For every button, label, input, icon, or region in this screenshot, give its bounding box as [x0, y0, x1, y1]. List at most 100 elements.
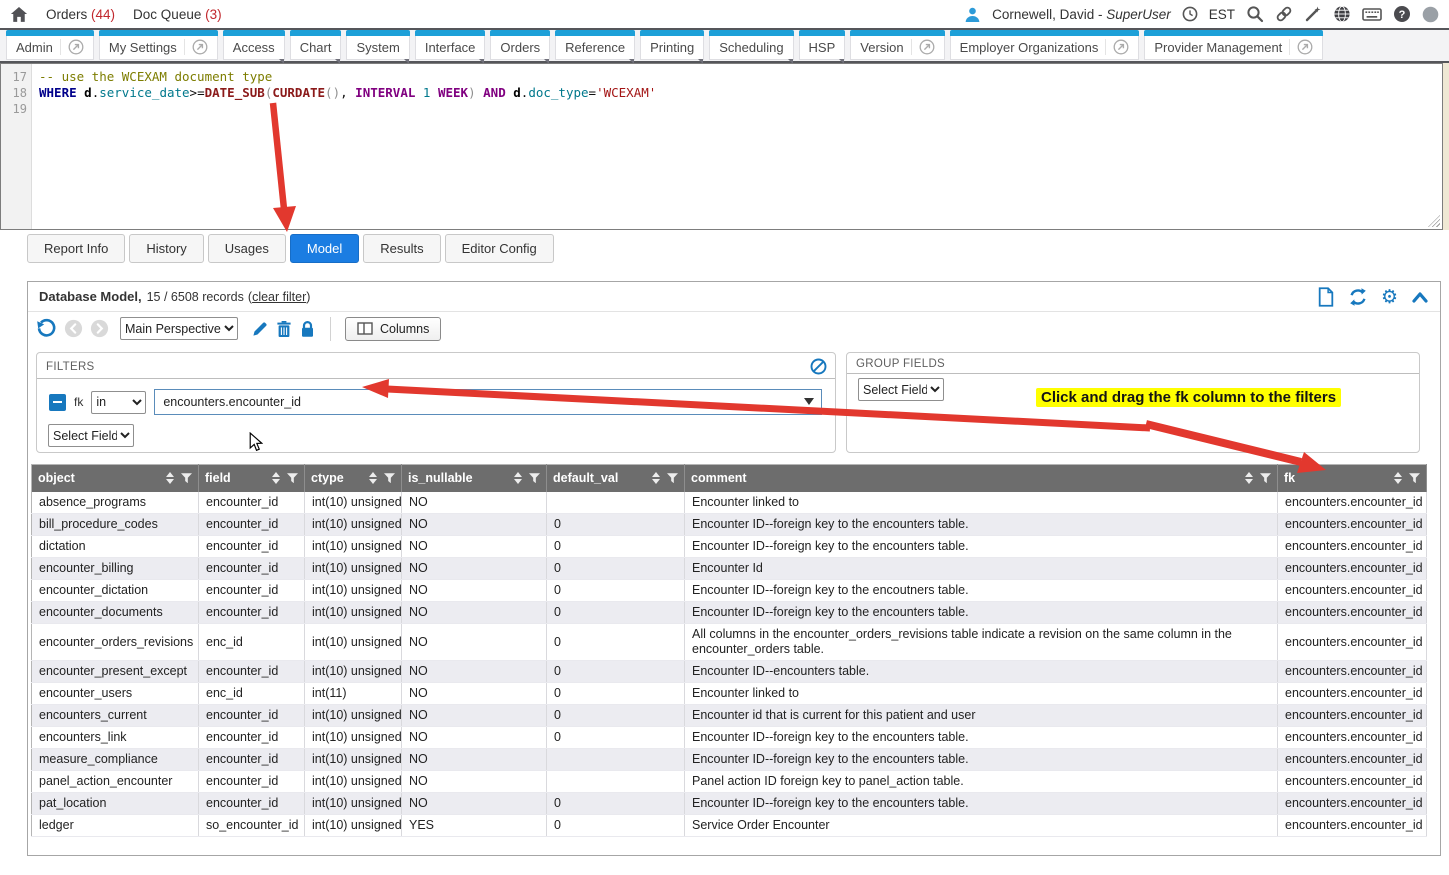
editor-code[interactable]: -- use the WCEXAM document typeWHERE d.s… — [32, 64, 1442, 229]
lock-icon[interactable] — [299, 320, 316, 338]
nav-tab-admin[interactable]: Admin — [6, 31, 94, 60]
search-icon[interactable] — [1246, 5, 1264, 23]
tab-history[interactable]: History — [129, 234, 203, 263]
perspective-select[interactable]: Main Perspective — [120, 317, 238, 340]
add-filter-field-select[interactable]: Select Field — [48, 424, 134, 447]
table-row[interactable]: encounter_documentsencounter_idint(10) u… — [32, 601, 1427, 623]
clear-filters-icon[interactable] — [810, 358, 827, 375]
trash-icon[interactable] — [276, 320, 292, 338]
tab-usages[interactable]: Usages — [208, 234, 286, 263]
sort-icon[interactable] — [652, 472, 660, 484]
add-group-field-select[interactable]: Select Field — [858, 378, 944, 401]
table-row[interactable]: encounter_usersenc_idint(11)NO0Encounter… — [32, 682, 1427, 704]
remove-filter-button[interactable] — [49, 394, 66, 411]
filter-funnel-icon[interactable] — [287, 473, 298, 483]
table-row[interactable]: measure_complianceencounter_idint(10) un… — [32, 748, 1427, 770]
column-header-ctype[interactable]: ctype — [305, 465, 402, 492]
nav-tab-my-settings[interactable]: My Settings — [99, 31, 218, 60]
wand-icon[interactable] — [1304, 5, 1322, 23]
filter-value-combobox[interactable] — [154, 389, 822, 415]
home-icon[interactable] — [10, 6, 28, 23]
nav-tab-orders[interactable]: Orders — [490, 31, 550, 60]
new-page-icon[interactable] — [1317, 287, 1335, 307]
column-header-default-val[interactable]: default_val — [547, 465, 685, 492]
popout-icon[interactable] — [60, 39, 84, 55]
table-row[interactable]: dictationencounter_idint(10) unsignedNO0… — [32, 535, 1427, 557]
column-header-field[interactable]: field — [199, 465, 305, 492]
nav-tab-system[interactable]: System — [346, 31, 409, 60]
table-row[interactable]: encounter_orders_revisionsenc_idint(10) … — [32, 623, 1427, 660]
nav-tab-interface[interactable]: Interface — [415, 31, 486, 60]
clear-filter-link[interactable]: clear filter — [252, 290, 306, 304]
popout-icon[interactable] — [1105, 39, 1129, 55]
refresh-icon[interactable] — [1348, 287, 1368, 307]
table-row[interactable]: absence_programsencounter_idint(10) unsi… — [32, 492, 1427, 514]
filter-funnel-icon[interactable] — [181, 473, 192, 483]
column-header-object[interactable]: object — [32, 465, 199, 492]
sort-icon[interactable] — [514, 472, 522, 484]
keyboard-icon[interactable] — [1362, 7, 1382, 22]
orders-link[interactable]: Orders (44) — [46, 7, 115, 22]
top-bar: Orders (44) Doc Queue (3) Cornewell, Dav… — [0, 0, 1449, 30]
table-row[interactable]: encounter_billingencounter_idint(10) uns… — [32, 557, 1427, 579]
tab-model[interactable]: Model — [290, 234, 359, 263]
doc-queue-link[interactable]: Doc Queue (3) — [133, 7, 222, 22]
table-row[interactable]: bill_procedure_codesencounter_idint(10) … — [32, 513, 1427, 535]
table-row[interactable]: encounter_dictationencounter_idint(10) u… — [32, 579, 1427, 601]
gear-icon[interactable]: ⚙ — [1381, 288, 1398, 306]
table-row[interactable]: panel_action_encounterencounter_idint(10… — [32, 770, 1427, 792]
sort-icon[interactable] — [166, 472, 174, 484]
prev-icon[interactable] — [64, 319, 83, 338]
cell-object: encounters_current — [32, 704, 199, 726]
sort-icon[interactable] — [272, 472, 280, 484]
sort-icon[interactable] — [1394, 472, 1402, 484]
column-header-is-nullable[interactable]: is_nullable — [402, 465, 547, 492]
combobox-caret-icon[interactable] — [804, 398, 814, 405]
filter-funnel-icon[interactable] — [1409, 473, 1420, 483]
filter-funnel-icon[interactable] — [384, 473, 395, 483]
table-row[interactable]: ledgerso_encounter_idint(10) unsignedYES… — [32, 814, 1427, 836]
cell-field: encounter_id — [199, 492, 305, 514]
nav-tab-version[interactable]: Version — [850, 31, 944, 60]
popout-icon[interactable] — [184, 39, 208, 55]
next-icon[interactable] — [90, 319, 109, 338]
column-header-fk[interactable]: fk — [1278, 465, 1427, 492]
table-row[interactable]: encounters_currentencounter_idint(10) un… — [32, 704, 1427, 726]
cell-field: encounter_id — [199, 557, 305, 579]
tab-results[interactable]: Results — [363, 234, 440, 263]
user-name[interactable]: Cornewell, David - SuperUser — [992, 7, 1171, 22]
link-icon[interactable] — [1275, 5, 1293, 23]
nav-tab-chart[interactable]: Chart — [290, 31, 342, 60]
table-row[interactable]: encounter_present_exceptencounter_idint(… — [32, 660, 1427, 682]
nav-tab-access[interactable]: Access — [223, 31, 285, 60]
help-icon[interactable]: ? — [1393, 5, 1411, 23]
sort-icon[interactable] — [369, 472, 377, 484]
cell-ctype: int(10) unsigned — [305, 814, 402, 836]
table-row[interactable]: encounters_linkencounter_idint(10) unsig… — [32, 726, 1427, 748]
popout-icon[interactable] — [1289, 39, 1313, 55]
sort-icon[interactable] — [1245, 472, 1253, 484]
columns-button[interactable]: Columns — [345, 317, 441, 341]
sql-editor[interactable]: 171819 -- use the WCEXAM document typeWH… — [0, 63, 1443, 230]
edit-pencil-icon[interactable] — [251, 320, 269, 338]
globe-icon[interactable] — [1333, 5, 1351, 23]
nav-tab-reference[interactable]: Reference — [555, 31, 635, 60]
column-header-comment[interactable]: comment — [685, 465, 1278, 492]
nav-tab-scheduling[interactable]: Scheduling — [709, 31, 793, 60]
table-row[interactable]: pat_locationencounter_idint(10) unsigned… — [32, 792, 1427, 814]
nav-tab-provider-management[interactable]: Provider Management — [1144, 31, 1323, 60]
collapse-icon[interactable] — [1411, 290, 1429, 304]
nav-tab-hsp[interactable]: HSP — [799, 31, 846, 60]
filter-funnel-icon[interactable] — [529, 473, 540, 483]
tab-report-info[interactable]: Report Info — [27, 234, 125, 263]
filter-operator-select[interactable]: in — [91, 391, 146, 414]
timezone-label[interactable]: EST — [1209, 7, 1235, 22]
filter-funnel-icon[interactable] — [667, 473, 678, 483]
filter-value-input[interactable] — [155, 395, 821, 409]
nav-tab-employer-organizations[interactable]: Employer Organizations — [950, 31, 1140, 60]
nav-tab-printing[interactable]: Printing — [640, 31, 704, 60]
filter-funnel-icon[interactable] — [1260, 473, 1271, 483]
tab-editor-config[interactable]: Editor Config — [445, 234, 554, 263]
popout-icon[interactable] — [911, 39, 935, 55]
undo-icon[interactable] — [36, 318, 57, 339]
